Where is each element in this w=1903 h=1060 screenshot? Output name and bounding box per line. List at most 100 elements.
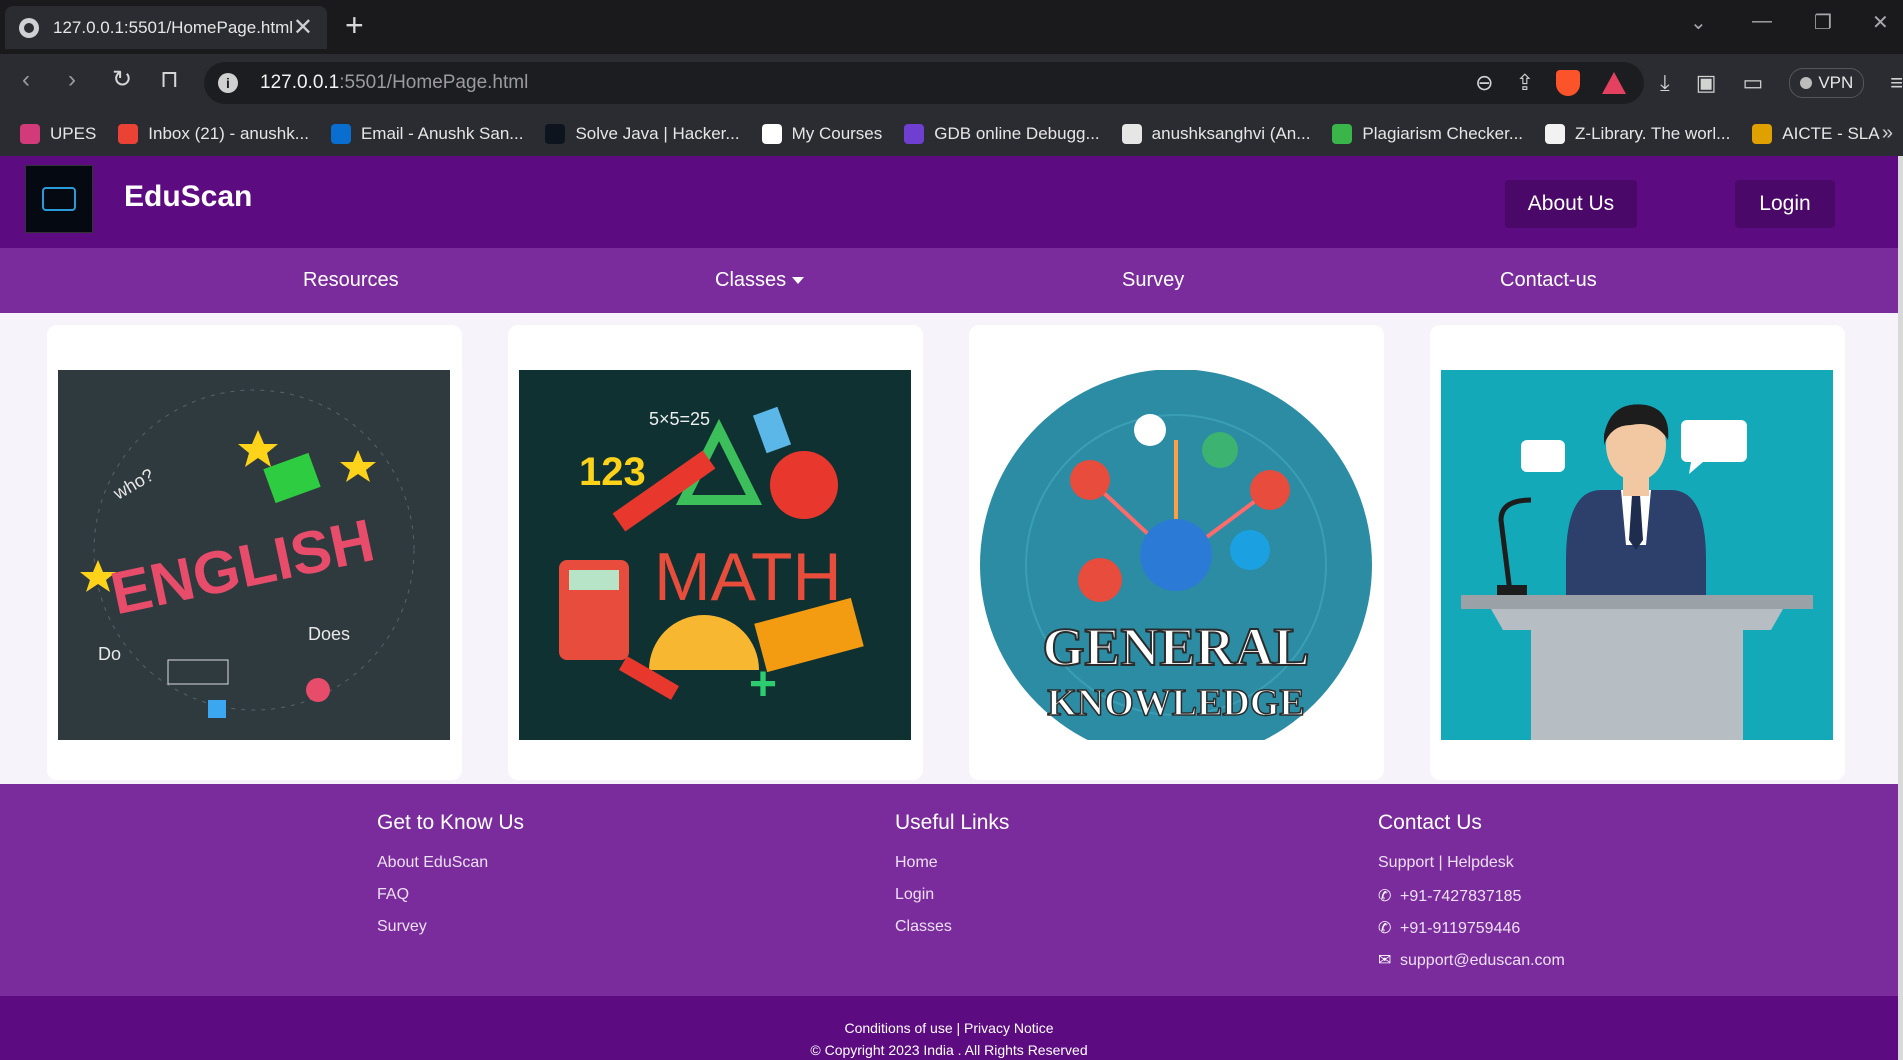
bookmark-item[interactable]: Plagiarism Checker... xyxy=(1332,124,1523,144)
bookmark-favicon-icon xyxy=(1545,124,1566,144)
url-path: :5501/HomePage.html xyxy=(339,72,529,93)
bookmark-favicon-icon xyxy=(1332,124,1353,144)
back-icon[interactable]: ‹ xyxy=(22,68,30,92)
brave-shields-icon[interactable] xyxy=(1556,70,1580,96)
minimize-icon[interactable]: — xyxy=(1752,10,1772,33)
gk-line1: GENERAL xyxy=(1042,617,1309,677)
svg-text:5×5=25: 5×5=25 xyxy=(649,409,710,429)
more-bookmarks-icon[interactable]: » xyxy=(1882,122,1893,145)
gk-line2: KNOWLEDGE xyxy=(1047,682,1305,724)
main-nav: Resources Classes Survey Contact-us xyxy=(0,248,1898,313)
bookmark-favicon-icon xyxy=(330,124,351,144)
wallet-icon[interactable]: ▭ xyxy=(1743,70,1764,96)
new-tab-button[interactable]: + xyxy=(345,9,364,41)
forward-icon[interactable]: › xyxy=(68,68,76,92)
bookmark-item[interactable]: My Courses xyxy=(761,124,883,144)
nav-contact-us[interactable]: Contact-us xyxy=(1500,269,1597,292)
close-tab-icon[interactable]: ✕ xyxy=(293,15,313,40)
bookmark-favicon-icon xyxy=(904,124,925,144)
menu-icon[interactable]: ≡ xyxy=(1890,70,1903,96)
brand-name: EduScan xyxy=(124,180,253,213)
bookmark-item[interactable]: UPES xyxy=(20,124,96,144)
nav-classes[interactable]: Classes xyxy=(715,269,805,292)
bookmark-label: anushksanghvi (An... xyxy=(1151,124,1311,143)
tab-title: 127.0.0.1:5501/HomePage.html xyxy=(53,17,293,37)
bookmark-item[interactable]: Inbox (21) - anushk... xyxy=(118,124,309,144)
bookmark-item[interactable]: GDB online Debugg... xyxy=(904,124,1100,144)
bookmarks-bar: UPES Inbox (21) - anushk... Email - Anushk… xyxy=(0,112,1903,156)
resource-card-english[interactable]: who? Do Does ENGLISH xyxy=(47,325,462,780)
footer-phone-2[interactable]: ✆ +91-9119759446 xyxy=(1378,918,1520,938)
resource-card-general-knowledge[interactable]: GENERAL KNOWLEDGE xyxy=(969,325,1384,780)
bookmark-label: Z-Library. The worl... xyxy=(1575,124,1731,143)
footer-know-us-title: Get to Know Us xyxy=(377,811,525,834)
vpn-status-icon xyxy=(1800,77,1813,89)
footer-email[interactable]: ✉ support@eduscan.com xyxy=(1378,950,1565,970)
bookmark-icon[interactable]: ⊓ xyxy=(160,68,179,92)
bookmark-label: My Courses xyxy=(791,124,883,143)
brave-rewards-icon[interactable] xyxy=(1602,72,1626,94)
close-window-icon[interactable]: ✕ xyxy=(1872,10,1889,35)
nav-classes-label: Classes xyxy=(715,269,787,291)
bookmark-item[interactable]: Email - Anushk San... xyxy=(330,124,524,144)
phone-icon: ✆ xyxy=(1378,920,1392,937)
bookmark-label: Solve Java | Hacker... xyxy=(575,124,740,143)
bookmark-label: UPES xyxy=(50,124,97,143)
bookmark-item[interactable]: AICTE - SLA xyxy=(1752,124,1880,144)
login-button[interactable]: Login xyxy=(1735,180,1835,228)
footer-link-login[interactable]: Login xyxy=(895,886,934,904)
footer-link-home[interactable]: Home xyxy=(895,854,938,872)
download-icon[interactable]: ⤓ xyxy=(1660,70,1670,96)
svg-text:+: + xyxy=(749,658,777,711)
resource-card-math[interactable]: 5×5=25 123 MATH + xyxy=(508,325,923,780)
zoom-icon[interactable]: ⊖ xyxy=(1475,70,1493,96)
page-viewport: EduScan About Us Login Resources Classes… xyxy=(0,156,1898,1060)
legal-links[interactable]: Conditions of use | Privacy Notice xyxy=(0,1020,1898,1036)
footer-link-survey[interactable]: Survey xyxy=(377,918,427,936)
resource-card-speaker[interactable] xyxy=(1430,325,1845,780)
logo[interactable] xyxy=(25,165,93,233)
vpn-button[interactable]: VPN xyxy=(1789,68,1865,98)
bookmark-item[interactable]: Solve Java | Hacker... xyxy=(545,124,740,144)
browser-toolbar: ‹ › ↻ ⊓ i 127.0.0.1:5501/HomePage.html ⊖… xyxy=(0,54,1903,112)
footer-phone-1[interactable]: ✆ +91-7427837185 xyxy=(1378,886,1521,906)
footer-link-about[interactable]: About EduScan xyxy=(377,854,488,872)
site-info-icon[interactable]: i xyxy=(218,73,238,93)
phone-2-text: +91-9119759446 xyxy=(1400,920,1521,937)
nav-survey[interactable]: Survey xyxy=(1122,269,1184,292)
restore-icon[interactable]: ❐ xyxy=(1814,10,1832,35)
footer-contact-title: Contact Us xyxy=(1378,811,1482,834)
copyright: © Copyright 2023 India . All Rights Rese… xyxy=(810,1042,1088,1058)
bookmark-item[interactable]: Z-Library. The worl... xyxy=(1545,124,1730,144)
english-illustration: who? Do Does ENGLISH xyxy=(58,370,450,740)
nav-resources[interactable]: Resources xyxy=(303,269,399,292)
reload-icon[interactable]: ↻ xyxy=(112,68,132,92)
email-text: support@eduscan.com xyxy=(1400,952,1565,969)
bookmark-favicon-icon xyxy=(545,124,566,144)
tab-search-icon[interactable]: ⌄ xyxy=(1690,10,1707,35)
bookmark-label: Inbox (21) - anushk... xyxy=(148,124,309,143)
footer-link-classes[interactable]: Classes xyxy=(895,918,952,936)
bookmark-favicon-icon xyxy=(20,124,40,144)
site-header: EduScan About Us Login xyxy=(0,156,1898,248)
address-bar[interactable]: i 127.0.0.1:5501/HomePage.html ⊖ ⇪ xyxy=(204,62,1644,104)
phone-1-text: +91-7427837185 xyxy=(1400,888,1522,905)
legal-bar: Conditions of use | Privacy Notice © Cop… xyxy=(0,996,1898,1060)
math-illustration: 5×5=25 123 MATH + xyxy=(519,370,911,740)
share-icon[interactable]: ⇪ xyxy=(1516,70,1534,96)
footer-link-faq[interactable]: FAQ xyxy=(377,886,409,904)
bookmark-item[interactable]: anushksanghvi (An... xyxy=(1121,124,1311,144)
bookmark-label: AICTE - SLA xyxy=(1782,124,1880,143)
svg-text:Do: Do xyxy=(98,644,121,664)
about-us-button[interactable]: About Us xyxy=(1505,180,1637,228)
browser-tab[interactable]: 127.0.0.1:5501/HomePage.html ✕ xyxy=(5,6,327,49)
scrollbar[interactable] xyxy=(1898,156,1903,1060)
bookmark-label: Email - Anushk San... xyxy=(360,124,524,143)
bookmark-label: Plagiarism Checker... xyxy=(1362,124,1524,143)
footer-support-link[interactable]: Support | Helpdesk xyxy=(1378,854,1514,872)
caret-down-icon xyxy=(792,277,805,285)
bookmark-label: GDB online Debugg... xyxy=(934,124,1100,143)
sidebar-icon[interactable]: ▣ xyxy=(1696,70,1717,96)
bookmark-favicon-icon xyxy=(761,124,782,144)
logo-mark-icon xyxy=(42,187,76,211)
